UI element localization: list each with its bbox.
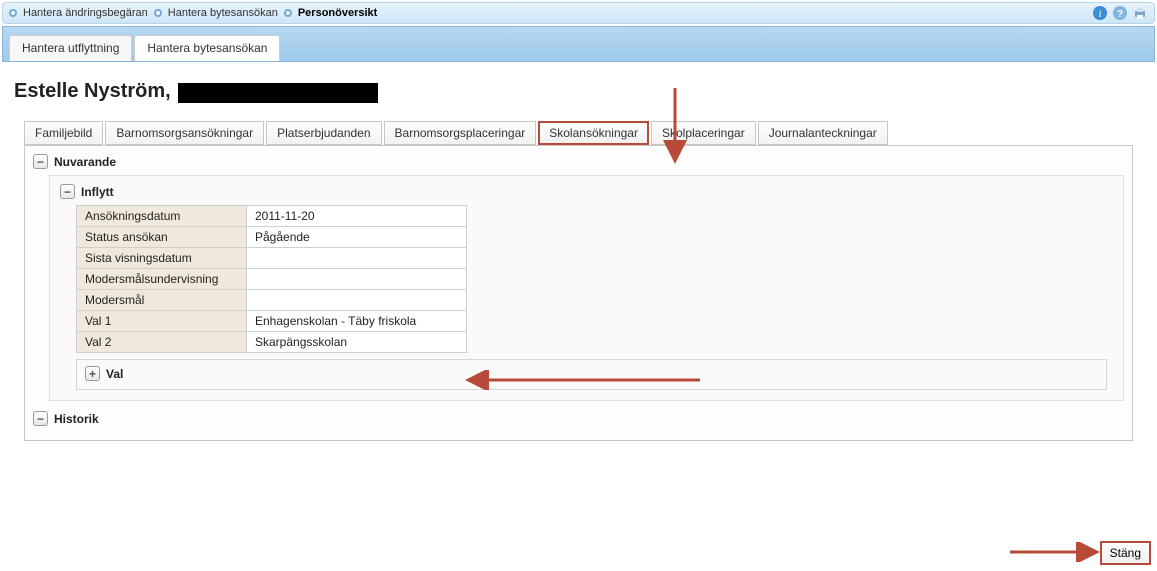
section-nuvarande-label: Nuvarande xyxy=(54,155,116,169)
inner-tab-bar: Familjebild Barnomsorgsansökningar Plats… xyxy=(24,121,1143,145)
collapse-toggle-inflytt[interactable]: − xyxy=(60,184,75,199)
section-nuvarande-header: − Nuvarande xyxy=(33,154,1124,169)
inflytt-table: Ansökningsdatum2011-11-20 Status ansökan… xyxy=(76,205,467,353)
collapse-toggle-historik[interactable]: − xyxy=(33,411,48,426)
panel-inflytt: − Inflytt Ansökningsdatum2011-11-20 Stat… xyxy=(49,175,1124,401)
section-historik-label: Historik xyxy=(54,412,99,426)
maintab-hantera-bytesansokan[interactable]: Hantera bytesansökan xyxy=(134,35,280,61)
top-bar: Hantera ändringsbegäran Hantera bytesans… xyxy=(2,2,1155,24)
kv-key: Modersmålsundervisning xyxy=(77,269,247,290)
person-name: Estelle Nyström, xyxy=(14,80,176,102)
close-button[interactable]: Stäng xyxy=(1100,541,1151,565)
table-row: Sista visningsdatum xyxy=(77,248,467,269)
table-row: Val 1Enhagenskolan - Täby friskola xyxy=(77,311,467,332)
section-historik-header: − Historik xyxy=(33,411,1124,426)
kv-val: Skarpängsskolan xyxy=(247,332,467,353)
kv-key: Val 1 xyxy=(77,311,247,332)
kv-key: Ansökningsdatum xyxy=(77,206,247,227)
table-row: Val 2Skarpängsskolan xyxy=(77,332,467,353)
kv-val xyxy=(247,269,467,290)
kv-val xyxy=(247,290,467,311)
breadcrumb-bullet-icon xyxy=(9,9,17,17)
kv-key: Modersmål xyxy=(77,290,247,311)
help-icon[interactable]: ? xyxy=(1112,5,1128,21)
kv-key: Val 2 xyxy=(77,332,247,353)
tab-familjebild[interactable]: Familjebild xyxy=(24,121,103,145)
print-icon[interactable] xyxy=(1132,5,1148,21)
kv-val: Pågående xyxy=(247,227,467,248)
tab-skolplaceringar[interactable]: Skolplaceringar xyxy=(651,121,756,145)
table-row: Status ansökanPågående xyxy=(77,227,467,248)
svg-text:?: ? xyxy=(1117,9,1123,20)
topbar-icons: i ? xyxy=(1092,5,1148,21)
info-icon[interactable]: i xyxy=(1092,5,1108,21)
table-row: Modersmål xyxy=(77,290,467,311)
breadcrumb: Hantera ändringsbegäran Hantera bytesans… xyxy=(9,7,377,19)
tab-barnomsorgsplaceringar[interactable]: Barnomsorgsplaceringar xyxy=(384,121,537,145)
breadcrumb-step-3: Personöversikt xyxy=(298,7,377,19)
collapse-toggle-nuvarande[interactable]: − xyxy=(33,154,48,169)
page-body: Estelle Nyström, Familjebild Barnomsorgs… xyxy=(0,64,1157,451)
breadcrumb-bullet-icon xyxy=(284,9,292,17)
annotation-arrow-right-icon xyxy=(1010,542,1100,562)
kv-val xyxy=(247,248,467,269)
maintab-hantera-utflyttning[interactable]: Hantera utflyttning xyxy=(9,35,132,61)
page-title: Estelle Nyström, xyxy=(14,74,1143,117)
section-inflytt-header: − Inflytt xyxy=(60,184,1113,199)
tab-barnomsorgsansokningar[interactable]: Barnomsorgsansökningar xyxy=(105,121,264,145)
redacted-ssn xyxy=(178,83,378,103)
panel-val: + Val xyxy=(76,359,1107,390)
breadcrumb-step-2[interactable]: Hantera bytesansökan xyxy=(168,7,278,19)
breadcrumb-step-1[interactable]: Hantera ändringsbegäran xyxy=(23,7,148,19)
kv-key: Status ansökan xyxy=(77,227,247,248)
tab-platserbjudanden[interactable]: Platserbjudanden xyxy=(266,121,381,145)
svg-text:i: i xyxy=(1098,8,1101,20)
breadcrumb-bullet-icon xyxy=(154,9,162,17)
kv-key: Sista visningsdatum xyxy=(77,248,247,269)
collapse-toggle-val[interactable]: + xyxy=(85,366,100,381)
tab-skolansokningar[interactable]: Skolansökningar xyxy=(538,121,649,145)
kv-val: Enhagenskolan - Täby friskola xyxy=(247,311,467,332)
section-inflytt-label: Inflytt xyxy=(81,185,114,199)
table-row: Modersmålsundervisning xyxy=(77,269,467,290)
tab-journalanteckningar[interactable]: Journalanteckningar xyxy=(758,121,888,145)
kv-val: 2011-11-20 xyxy=(247,206,467,227)
section-val-header: + Val xyxy=(85,366,1098,381)
section-val-label: Val xyxy=(106,367,123,381)
main-tab-bar: Hantera utflyttning Hantera bytesansökan xyxy=(2,26,1155,62)
content-panel: − Nuvarande − Inflytt Ansökningsdatum201… xyxy=(24,145,1133,441)
table-row: Ansökningsdatum2011-11-20 xyxy=(77,206,467,227)
